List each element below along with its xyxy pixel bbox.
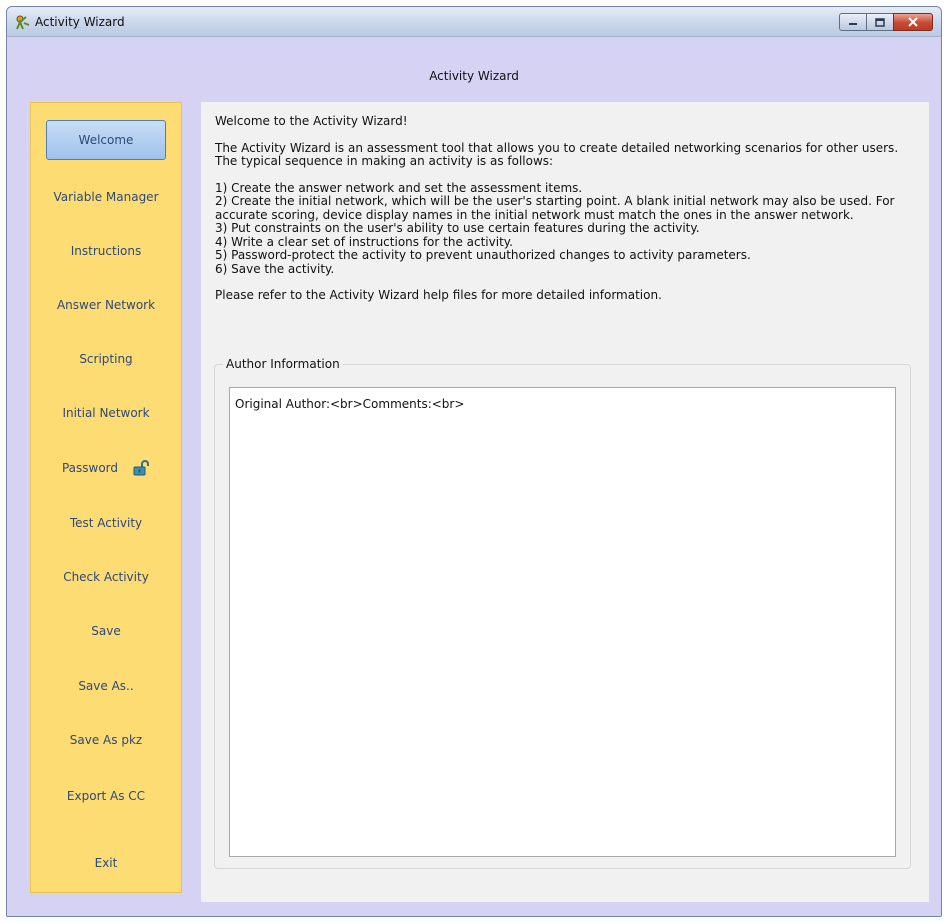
sidebar-item-label: Variable Manager <box>53 190 159 204</box>
sidebar-item-label: Welcome <box>78 133 134 147</box>
unlocked-padlock-icon <box>133 460 150 476</box>
author-information-group: Author Information Original Author:<br>C… <box>214 357 911 869</box>
sidebar-item-save-as-pkz[interactable]: Save As pkz <box>31 720 181 760</box>
step-item: 5) Password-protect the activity to prev… <box>215 248 751 262</box>
sidebar-item-variable-manager[interactable]: Variable Manager <box>31 177 181 217</box>
close-icon <box>908 17 918 27</box>
help-note: Please refer to the Activity Wizard help… <box>215 288 662 302</box>
step-item: 2) Create the initial network, which wil… <box>215 194 895 222</box>
sidebar-item-initial-network[interactable]: Initial Network <box>31 393 181 433</box>
close-button[interactable] <box>893 13 933 31</box>
minimize-button[interactable] <box>839 13 867 31</box>
step-item: 3) Put constraints on the user's ability… <box>215 221 700 235</box>
sidebar: Welcome Variable Manager Instructions An… <box>30 102 182 893</box>
sidebar-item-label: Save As pkz <box>69 733 143 747</box>
step-item: 6) Save the activity. <box>215 261 335 276</box>
app-icon <box>16 15 30 30</box>
author-info-textarea[interactable]: Original Author:<br>Comments:<br> <box>229 387 896 857</box>
author-group-label: Author Information <box>223 357 343 371</box>
step-item: 1) Create the answer network and set the… <box>215 180 583 195</box>
maximize-icon <box>875 17 885 27</box>
sidebar-item-label: Test Activity <box>69 516 143 530</box>
sidebar-item-label: Export As CC <box>66 789 146 803</box>
sidebar-item-welcome[interactable]: Welcome <box>46 120 166 160</box>
sidebar-item-label: Scripting <box>79 352 133 366</box>
sidebar-item-label: Instructions <box>70 244 142 258</box>
sidebar-item-label: Password <box>61 461 119 475</box>
sidebar-item-save-as[interactable]: Save As.. <box>31 666 181 706</box>
window-title: Activity Wizard <box>35 15 125 29</box>
author-info-text: Original Author:<br>Comments:<br> <box>235 397 465 411</box>
title-bar[interactable]: Activity Wizard <box>7 7 941 37</box>
welcome-panel: Welcome to the Activity Wizard! The Acti… <box>201 102 929 902</box>
sidebar-item-export-as-cc[interactable]: Export As CC <box>31 776 181 816</box>
welcome-description: The Activity Wizard is an assessment too… <box>215 140 899 168</box>
sidebar-item-label: Save As.. <box>78 679 134 693</box>
sidebar-item-label: Answer Network <box>56 298 156 312</box>
sidebar-item-exit[interactable]: Exit <box>31 843 181 883</box>
sidebar-item-save[interactable]: Save <box>31 611 181 651</box>
welcome-heading: Welcome to the Activity Wizard! <box>215 114 408 128</box>
page-title: Activity Wizard <box>429 69 519 83</box>
window-controls <box>839 13 933 31</box>
sidebar-item-test-activity[interactable]: Test Activity <box>31 503 181 543</box>
sidebar-item-label: Initial Network <box>62 406 150 420</box>
maximize-button[interactable] <box>867 13 893 31</box>
step-item: 4) Write a clear set of instructions for… <box>215 234 513 249</box>
sidebar-item-answer-network[interactable]: Answer Network <box>31 285 181 325</box>
minimize-icon <box>849 23 857 25</box>
sidebar-item-label: Check Activity <box>63 570 149 584</box>
sidebar-item-check-activity[interactable]: Check Activity <box>31 557 181 597</box>
sidebar-item-label: Save <box>91 624 121 638</box>
welcome-text: Welcome to the Activity Wizard! The Acti… <box>215 114 920 303</box>
sidebar-item-instructions[interactable]: Instructions <box>31 231 181 271</box>
sidebar-item-password[interactable]: Password <box>31 448 181 488</box>
sidebar-item-label: Exit <box>94 856 118 870</box>
sidebar-item-scripting[interactable]: Scripting <box>31 339 181 379</box>
